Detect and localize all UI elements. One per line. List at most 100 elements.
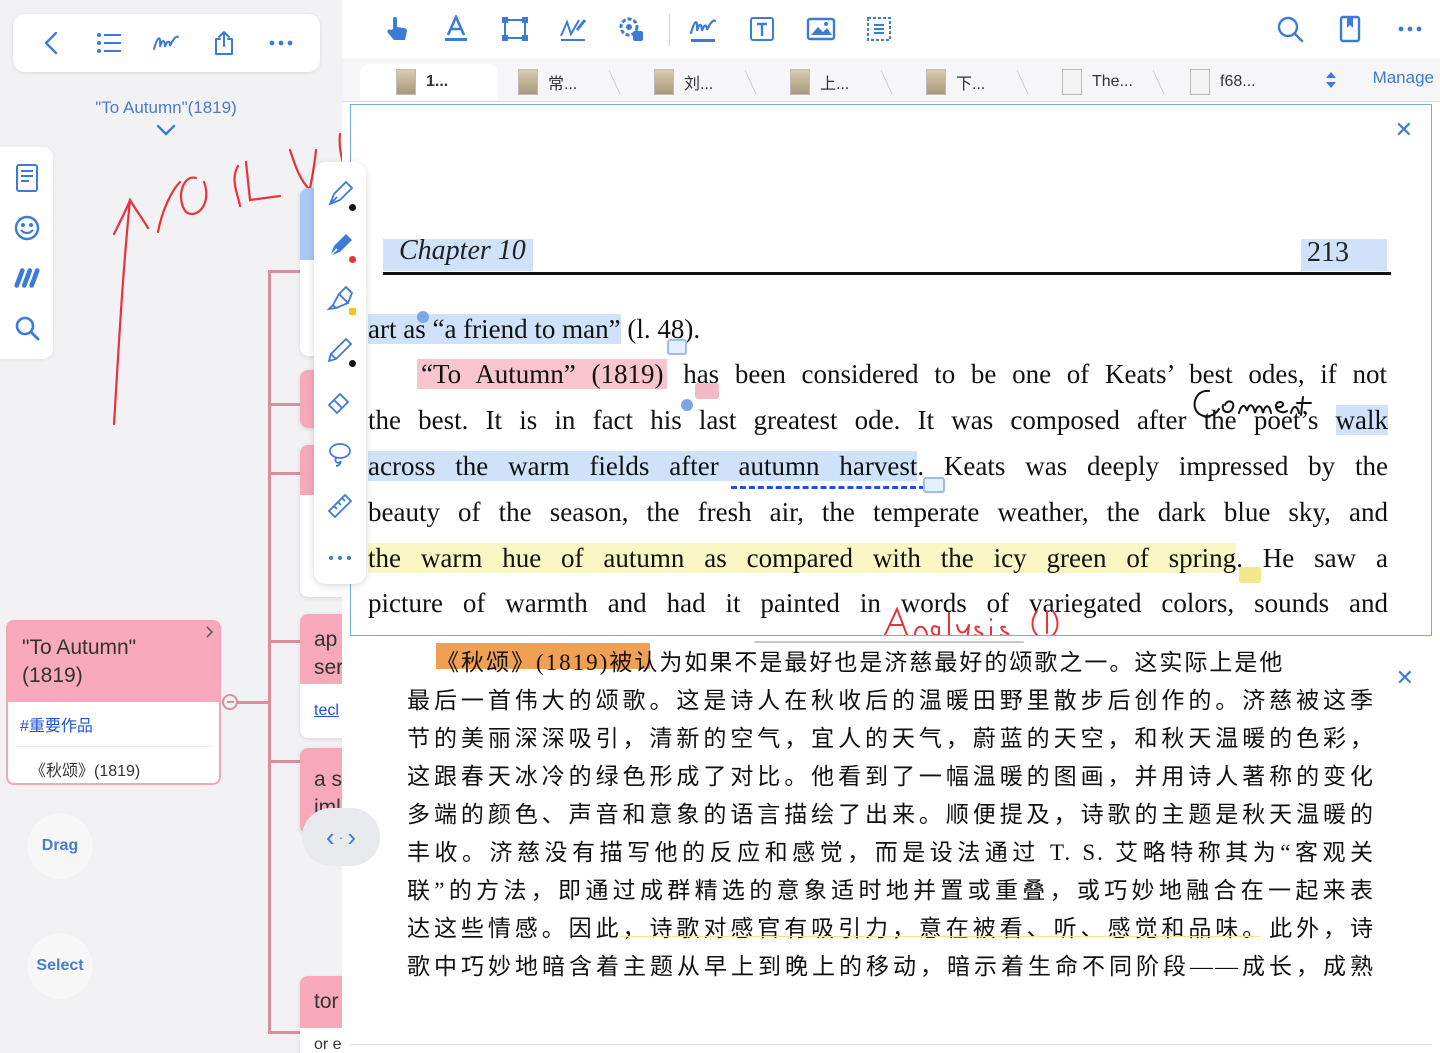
share-icon[interactable] [210, 29, 238, 57]
node-tag[interactable]: #重要作品 [8, 702, 219, 736]
hand-pointer-icon[interactable] [381, 13, 413, 45]
pen-color-swatch [349, 308, 356, 315]
text-box-icon[interactable] [746, 13, 778, 45]
tab-document[interactable]: 刘... [618, 64, 742, 100]
text-line: art as “a friend to man” (l. 48). [368, 314, 1388, 345]
node-title-line: (1819) [22, 664, 83, 687]
pen-mode-icon[interactable] [687, 13, 719, 45]
chevron-left-icon[interactable]: ‹ [326, 822, 335, 853]
mindmap-node[interactable]: tor or e [300, 976, 342, 1053]
tab-label: 上... [820, 76, 850, 93]
comment-marker-icon[interactable] [695, 383, 719, 399]
dashed-underline [731, 486, 925, 489]
comment-marker-icon[interactable] [923, 477, 945, 493]
close-icon[interactable]: ✕ [1396, 665, 1414, 691]
highlighted-text[interactable]: “To Autumn” (1819) [417, 359, 668, 389]
rectangle-select-icon[interactable] [499, 13, 531, 45]
pencil-icon[interactable] [318, 324, 362, 376]
thumbnail [654, 69, 674, 95]
drag-button[interactable]: Drag [27, 813, 93, 879]
chevron-right-icon[interactable] [206, 626, 214, 638]
text-line: 节的美丽深深吸引，清新的空气，宜人的天气，蔚蓝的天空，和秋天温暖的色彩， [407, 726, 1375, 751]
mindmap-icon[interactable] [13, 264, 41, 292]
tab-document[interactable]: 1... [360, 64, 498, 100]
lasso-icon[interactable] [318, 428, 362, 480]
tab-document[interactable]: f68... [1154, 64, 1278, 100]
back-icon[interactable] [38, 29, 66, 57]
image-icon[interactable] [805, 13, 837, 45]
highlighted-text[interactable]: walk [1335, 405, 1388, 435]
document-page-chinese[interactable]: ✕ 《秋颂》(1819)被认为如果不是最好也是济慈最好的颂歌之一。这实际上是他 … [350, 643, 1432, 1045]
comment-marker-icon[interactable] [667, 339, 687, 355]
text-line: across the warm fields after autumn harv… [368, 451, 1388, 482]
tab-document[interactable]: The... [1026, 64, 1150, 100]
node-text: a s [314, 768, 342, 791]
manage-button[interactable]: Manage [1373, 68, 1434, 88]
ruler-icon[interactable] [318, 480, 362, 532]
list-frame-icon[interactable] [863, 13, 895, 45]
tab-document[interactable]: 下... [890, 64, 1014, 100]
settings-icon[interactable] [615, 13, 647, 45]
connector [268, 472, 302, 475]
connector [268, 270, 271, 1034]
handwriting-icon[interactable] [152, 29, 180, 57]
signature-icon[interactable] [557, 13, 589, 45]
document-toolbar [342, 0, 1440, 58]
more-icon[interactable] [318, 532, 362, 584]
tab-document[interactable]: 上... [754, 64, 878, 100]
document-pane: 1... 常... 刘... 上... 下... The... f68... M… [342, 0, 1440, 1053]
search-icon[interactable] [13, 314, 41, 342]
toolbar-divider [669, 14, 670, 46]
mindmap-pane: "To Autumn"(1819) ap ser tecl a s tor or… [0, 0, 342, 1053]
text-line: 歌中巧妙地暗含着主题从早上到晚上的移动，暗示着生命不同阶段——成长，成熟 [407, 954, 1375, 979]
text-line: beauty of the season, the fresh air, the… [368, 497, 1388, 527]
collapse-toggle[interactable] [222, 694, 238, 710]
tab-label: 1... [426, 73, 449, 90]
more-icon[interactable] [1394, 13, 1426, 45]
highlighted-text[interactable]: 《秋颂》(1819) [436, 650, 609, 675]
highlighted-text[interactable]: the warm hue of autumn as compared with … [368, 543, 1237, 573]
highlighter-icon[interactable] [318, 272, 362, 324]
mindmap-main-node[interactable]: "To Autumn" (1819) #重要作品 《秋颂》(1819) [6, 620, 221, 785]
eraser-icon[interactable] [318, 376, 362, 428]
node-text: ser [314, 656, 342, 679]
page-nav-control[interactable]: ‹ · › [302, 808, 380, 866]
fountain-pen-icon[interactable] [318, 168, 362, 220]
highlighted-text[interactable]: art as “a friend to man” [368, 314, 621, 344]
node-link[interactable]: tecl [300, 684, 342, 720]
text-highlight-icon[interactable] [440, 13, 472, 45]
sort-icon[interactable] [1324, 70, 1338, 90]
connector [268, 1031, 302, 1034]
comment-marker-icon[interactable] [1239, 567, 1261, 583]
ballpoint-pen-icon[interactable] [318, 220, 362, 272]
text-line: 最后一首伟大的颂歌。这是诗人在秋收后的温暖田野里散步后创作的。济慈被这季 [407, 688, 1375, 713]
selection-handle[interactable] [681, 399, 693, 411]
text-line: 多端的颜色、声音和意象的语言描绘了出来。顺便提及，诗歌的主题是秋天温暖的 [407, 802, 1375, 827]
highlighted-text[interactable]: across the warm fields after autumn harv… [368, 451, 918, 481]
text-line: 这跟春天冰冷的绿色形成了对比。他看到了一幅温暖的图画，并用诗人著称的变化 [407, 764, 1375, 789]
outline-icon[interactable] [95, 29, 123, 57]
separator-dot: · [338, 829, 344, 845]
more-icon[interactable] [267, 29, 295, 57]
thumbnail [790, 69, 810, 95]
mindmap-node[interactable]: ap ser tecl [300, 614, 342, 738]
close-icon[interactable]: ✕ [1395, 117, 1413, 143]
connector [268, 640, 302, 643]
chevron-right-icon[interactable]: › [347, 822, 356, 853]
document-page-english[interactable]: ✕ Chapter 10 213 art as “a friend to man… [350, 104, 1432, 636]
thumbnail [518, 69, 538, 95]
thumbnail [926, 69, 946, 95]
node-title: "To Autumn" (1819) [8, 622, 219, 702]
document-tabs: 1... 常... 刘... 上... 下... The... f68... [342, 58, 1440, 102]
book-index-icon[interactable] [13, 164, 41, 192]
node-text: ap [314, 628, 338, 651]
tab-document[interactable]: 常... [482, 64, 606, 100]
selection-handle[interactable] [417, 311, 429, 323]
bookmark-icon[interactable] [1334, 13, 1366, 45]
search-icon[interactable] [1274, 13, 1306, 45]
chapter-heading: Chapter 10 [399, 235, 526, 266]
node-text: or e [314, 1036, 342, 1053]
heading-rule [383, 272, 1391, 275]
select-button[interactable]: Select [27, 933, 93, 999]
emoji-icon[interactable] [13, 214, 41, 242]
